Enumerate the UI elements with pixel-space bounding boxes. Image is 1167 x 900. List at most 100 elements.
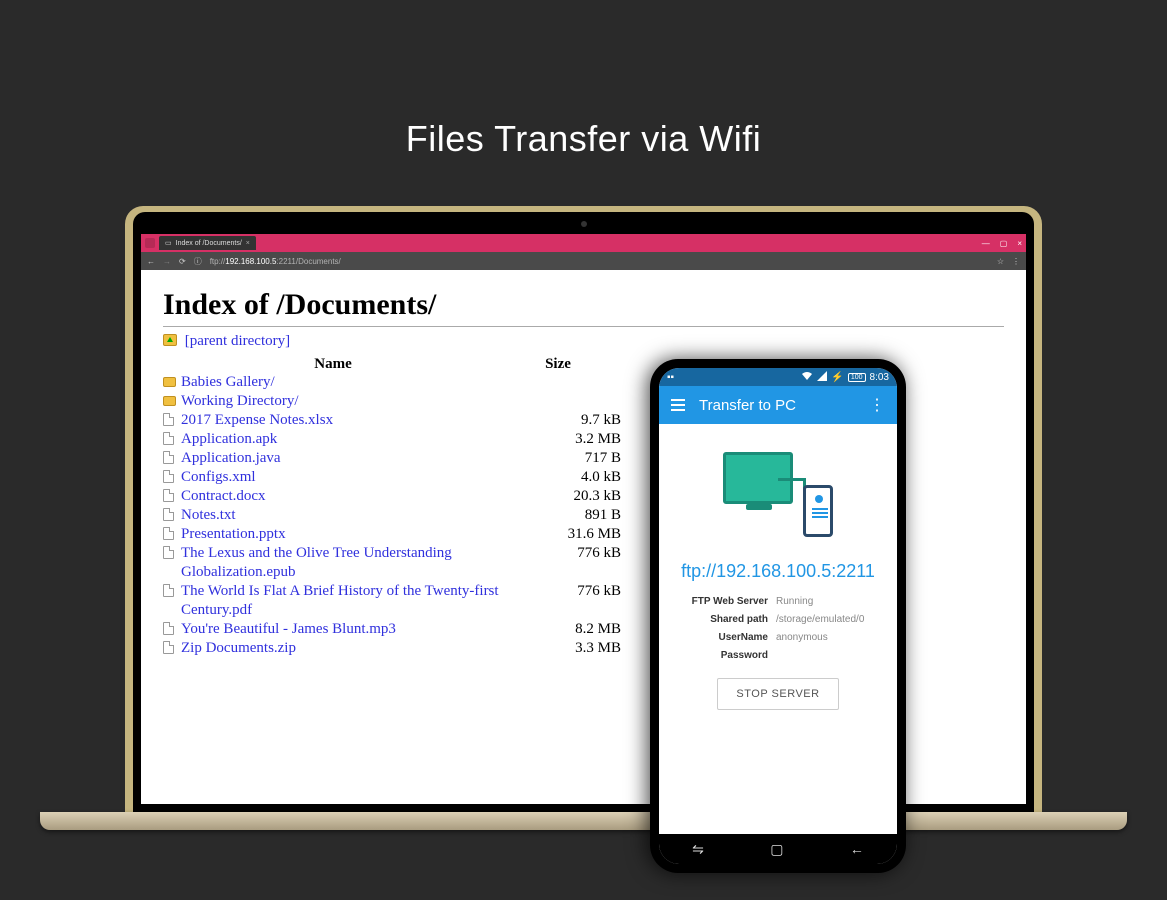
file-icon [163, 582, 181, 620]
browser-app-icon[interactable] [145, 238, 155, 248]
listing-row: Babies Gallery/ [163, 373, 623, 392]
headline: Files Transfer via Wifi [0, 0, 1167, 160]
nav-reload-icon[interactable]: ⟳ [179, 257, 186, 266]
file-link[interactable]: The World Is Flat A Brief History of the… [181, 582, 521, 620]
info-value: /storage/emulated/0 [776, 614, 864, 625]
info-row: UserNameanonymous [678, 632, 878, 643]
nav-forward-icon[interactable]: → [163, 257, 171, 266]
parent-directory-link[interactable]: [parent directory] [163, 333, 1004, 350]
info-value: anonymous [776, 632, 828, 643]
laptop-base [40, 812, 1127, 830]
file-icon [163, 639, 181, 658]
column-size: Size [503, 356, 613, 373]
divider [163, 326, 1004, 327]
window-maximize-icon[interactable]: ▢ [1000, 239, 1008, 248]
listing-row: Configs.xml4.0 kB [163, 468, 623, 487]
listing-row: 2017 Expense Notes.xlsx9.7 kB [163, 411, 623, 430]
app-title: Transfer to PC [699, 397, 796, 414]
info-row: Password [678, 650, 878, 661]
file-link[interactable]: Presentation.pptx [181, 525, 521, 544]
file-size: 717 B [521, 449, 621, 468]
transfer-illustration [723, 452, 833, 537]
folder-icon [163, 373, 181, 392]
browser-address-bar: ← → ⟳ ⓘ ftp://192.168.100.5:2211/Documen… [141, 252, 1026, 270]
browser-tab[interactable]: ▭ Index of /Documents/ × [159, 236, 256, 250]
file-size [521, 392, 621, 411]
tab-title: Index of /Documents/ [176, 240, 242, 247]
file-icon [163, 525, 181, 544]
file-link[interactable]: Application.java [181, 449, 521, 468]
file-link[interactable]: Babies Gallery/ [181, 373, 521, 392]
info-label: UserName [678, 632, 776, 643]
folder-up-icon [163, 334, 177, 346]
file-size: 31.6 MB [521, 525, 621, 544]
file-size: 9.7 kB [521, 411, 621, 430]
browser-menu-icon[interactable]: ⋮ [1012, 257, 1020, 266]
android-status-bar: ▪▪ ⚡ 100 8:03 [659, 368, 897, 386]
phone-content: ftp://192.168.100.5:2211 FTP Web ServerR… [659, 424, 897, 834]
hamburger-icon[interactable] [671, 399, 685, 411]
file-size: 3.2 MB [521, 430, 621, 449]
file-size: 8.2 MB [521, 620, 621, 639]
nav-recent-icon[interactable]: ⇋ [692, 841, 704, 858]
listing-row: Zip Documents.zip3.3 MB [163, 639, 623, 658]
nav-back-icon[interactable]: ← [850, 841, 864, 857]
signal-icon [817, 371, 827, 384]
file-link[interactable]: Working Directory/ [181, 392, 521, 411]
listing-row: Application.java717 B [163, 449, 623, 468]
listing-row: The Lexus and the Olive Tree Understandi… [163, 544, 623, 582]
file-link[interactable]: Notes.txt [181, 506, 521, 525]
file-icon [163, 468, 181, 487]
file-size: 776 kB [521, 544, 621, 582]
url-text[interactable]: ftp://192.168.100.5:2211/Documents/ [210, 257, 341, 266]
file-link[interactable]: The Lexus and the Olive Tree Understandi… [181, 544, 521, 582]
file-icon [163, 449, 181, 468]
app-bar: Transfer to PC ⋮ [659, 386, 897, 424]
wifi-icon [801, 371, 813, 384]
file-size [521, 373, 621, 392]
window-minimize-icon[interactable]: — [982, 239, 990, 248]
file-link[interactable]: 2017 Expense Notes.xlsx [181, 411, 521, 430]
file-size: 3.3 MB [521, 639, 621, 658]
listing-row: Notes.txt891 B [163, 506, 623, 525]
file-size: 891 B [521, 506, 621, 525]
file-icon [163, 430, 181, 449]
status-app-icon: ▪▪ [667, 372, 674, 383]
listing-header: Name Size [163, 356, 623, 373]
nav-back-icon[interactable]: ← [147, 257, 155, 266]
charging-icon: ⚡ [831, 372, 843, 383]
file-link[interactable]: Configs.xml [181, 468, 521, 487]
file-icon [163, 506, 181, 525]
file-link[interactable]: Application.apk [181, 430, 521, 449]
ftp-url[interactable]: ftp://192.168.100.5:2211 [681, 561, 875, 582]
info-label: Shared path [678, 614, 776, 625]
browser-tab-strip: ▭ Index of /Documents/ × — ▢ × [141, 234, 1026, 252]
listing-row: You're Beautiful - James Blunt.mp38.2 MB [163, 620, 623, 639]
file-link[interactable]: You're Beautiful - James Blunt.mp3 [181, 620, 521, 639]
overflow-menu-icon[interactable]: ⋮ [869, 395, 885, 415]
file-size: 776 kB [521, 582, 621, 620]
lock-info-icon[interactable]: ⓘ [194, 256, 202, 267]
file-icon [163, 487, 181, 506]
tab-page-icon: ▭ [165, 239, 172, 247]
window-close-icon[interactable]: × [1017, 239, 1022, 248]
file-link[interactable]: Zip Documents.zip [181, 639, 521, 658]
info-label: Password [678, 650, 776, 661]
info-value: Running [776, 596, 813, 607]
file-size: 20.3 kB [521, 487, 621, 506]
file-icon [163, 544, 181, 582]
file-icon [163, 411, 181, 430]
info-label: FTP Web Server [678, 596, 776, 607]
status-time: 8:03 [870, 372, 889, 383]
close-icon[interactable]: × [246, 240, 250, 247]
bookmark-star-icon[interactable]: ☆ [997, 257, 1004, 266]
info-row: FTP Web ServerRunning [678, 596, 878, 607]
folder-icon [163, 392, 181, 411]
file-link[interactable]: Contract.docx [181, 487, 521, 506]
laptop-camera [581, 221, 587, 227]
listing-row: Working Directory/ [163, 392, 623, 411]
stop-server-button[interactable]: STOP SERVER [717, 678, 838, 710]
page-title: Index of /Documents/ [163, 288, 1004, 322]
nav-home-icon[interactable]: ▢ [770, 841, 783, 858]
column-name: Name [163, 356, 503, 373]
